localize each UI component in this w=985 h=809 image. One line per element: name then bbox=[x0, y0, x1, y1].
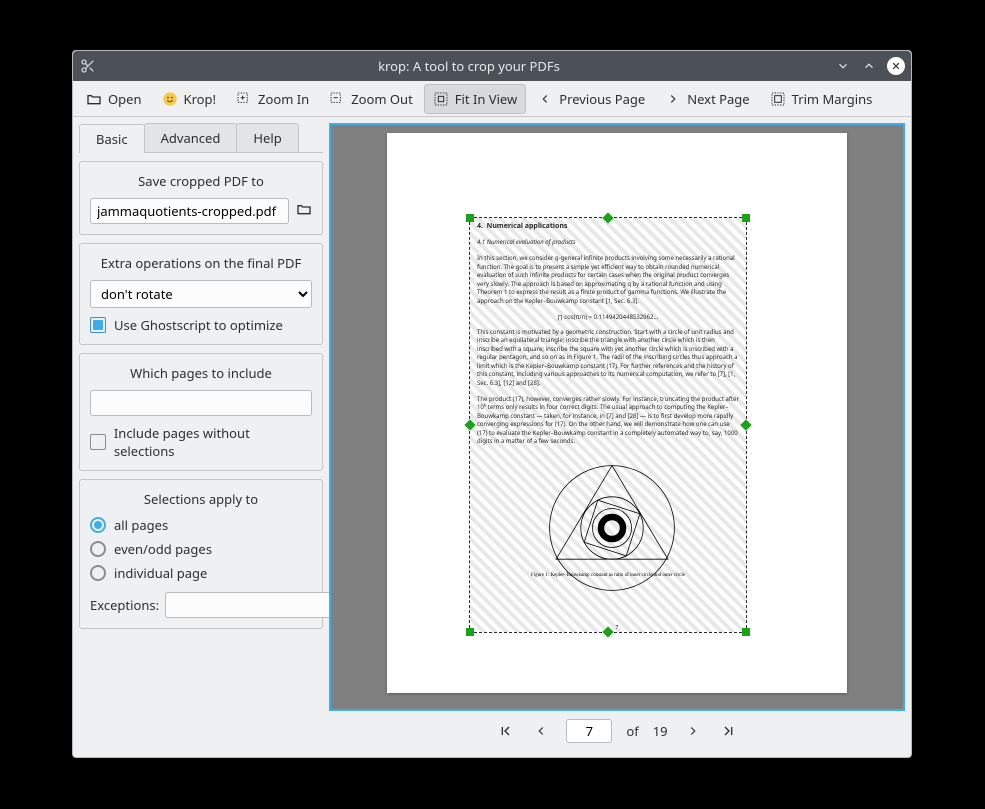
folder-open-icon bbox=[86, 91, 102, 107]
next-page-label: Next Page bbox=[687, 90, 749, 108]
exceptions-input[interactable] bbox=[165, 592, 329, 618]
crop-handle-nw[interactable] bbox=[466, 214, 474, 222]
viewer-wrap: 4. Numerical applications 4.1 Numerical … bbox=[329, 117, 911, 757]
include-without-selections-label: Include pages without selections bbox=[114, 424, 312, 460]
include-without-selections-checkbox[interactable] bbox=[90, 434, 106, 450]
zoom-in-button[interactable]: Zoom In bbox=[227, 84, 318, 114]
settings-tabs: Basic Advanced Help bbox=[79, 123, 323, 153]
selections-apply-panel: Selections apply to all pages even/odd p… bbox=[79, 479, 323, 629]
current-page-input[interactable] bbox=[566, 719, 612, 743]
crop-handle-sw[interactable] bbox=[466, 628, 474, 636]
radio-individual-label: individual page bbox=[114, 564, 207, 582]
radio-evenodd-pages[interactable] bbox=[90, 541, 106, 557]
next-page-button[interactable]: Next Page bbox=[656, 84, 758, 114]
pages-include-input[interactable] bbox=[90, 390, 312, 416]
save-filename-input[interactable] bbox=[90, 198, 289, 224]
crop-handle-n[interactable] bbox=[602, 212, 613, 223]
save-panel: Save cropped PDF to bbox=[79, 161, 323, 235]
close-button[interactable] bbox=[887, 57, 905, 75]
fit-view-icon bbox=[433, 91, 449, 107]
crop-handle-w[interactable] bbox=[464, 419, 475, 430]
next-page-pager-button[interactable] bbox=[682, 720, 704, 742]
of-label: of bbox=[626, 722, 638, 740]
minimize-button[interactable] bbox=[835, 58, 851, 74]
zoom-in-icon bbox=[236, 91, 252, 107]
smiley-icon bbox=[162, 91, 178, 107]
zoom-out-label: Zoom Out bbox=[351, 90, 413, 108]
open-button[interactable]: Open bbox=[77, 84, 151, 114]
zoom-in-label: Zoom In bbox=[258, 90, 309, 108]
fit-in-view-button[interactable]: Fit In View bbox=[424, 84, 526, 114]
chevron-right-icon bbox=[665, 91, 681, 107]
window-title: krop: A tool to crop your PDFs bbox=[103, 57, 835, 75]
last-page-button[interactable] bbox=[718, 720, 740, 742]
zoom-out-icon bbox=[329, 91, 345, 107]
radio-individual-page[interactable] bbox=[90, 565, 106, 581]
pages-include-panel: Which pages to include Include pages wit… bbox=[79, 353, 323, 471]
save-panel-title: Save cropped PDF to bbox=[90, 172, 312, 190]
crop-handle-ne[interactable] bbox=[742, 214, 750, 222]
exceptions-label: Exceptions: bbox=[90, 596, 159, 614]
radio-all-pages[interactable] bbox=[90, 517, 106, 533]
side-panel: Basic Advanced Help Save cropped PDF to … bbox=[73, 117, 329, 757]
browse-save-button[interactable] bbox=[295, 198, 313, 224]
radio-all-pages-label: all pages bbox=[114, 516, 168, 534]
trim-margins-label: Trim Margins bbox=[792, 90, 873, 108]
ghostscript-label: Use Ghostscript to optimize bbox=[114, 316, 283, 334]
first-page-button[interactable] bbox=[494, 720, 516, 742]
rotate-select[interactable]: don't rotate bbox=[90, 280, 312, 308]
previous-page-button[interactable]: Previous Page bbox=[528, 84, 654, 114]
radio-evenodd-label: even/odd pages bbox=[114, 540, 212, 558]
crop-selection[interactable] bbox=[469, 217, 747, 633]
crop-handle-se[interactable] bbox=[742, 628, 750, 636]
crop-handle-e[interactable] bbox=[740, 419, 751, 430]
previous-page-label: Previous Page bbox=[559, 90, 645, 108]
scissors-icon bbox=[79, 57, 97, 75]
pager: of 19 bbox=[329, 711, 905, 751]
trim-margins-icon bbox=[770, 91, 786, 107]
app-window: krop: A tool to crop your PDFs Open Kr bbox=[72, 50, 912, 758]
open-label: Open bbox=[108, 90, 142, 108]
pdf-viewer[interactable]: 4. Numerical applications 4.1 Numerical … bbox=[329, 123, 905, 711]
krop-label: Krop! bbox=[184, 90, 217, 108]
crop-handle-s[interactable] bbox=[602, 626, 613, 637]
folder-icon bbox=[296, 201, 312, 221]
zoom-out-button[interactable]: Zoom Out bbox=[320, 84, 422, 114]
fit-in-view-label: Fit In View bbox=[455, 90, 517, 108]
maximize-button[interactable] bbox=[861, 58, 877, 74]
tab-basic[interactable]: Basic bbox=[79, 124, 145, 153]
extra-ops-panel: Extra operations on the final PDF don't … bbox=[79, 243, 323, 345]
titlebar: krop: A tool to crop your PDFs bbox=[73, 51, 911, 81]
pdf-page[interactable]: 4. Numerical applications 4.1 Numerical … bbox=[387, 133, 847, 693]
tab-help[interactable]: Help bbox=[236, 123, 298, 152]
tab-advanced[interactable]: Advanced bbox=[144, 123, 238, 152]
ghostscript-checkbox[interactable] bbox=[90, 317, 106, 333]
chevron-left-icon bbox=[537, 91, 553, 107]
total-pages: 19 bbox=[653, 722, 668, 740]
krop-button[interactable]: Krop! bbox=[153, 84, 226, 114]
trim-margins-button[interactable]: Trim Margins bbox=[761, 84, 882, 114]
extra-ops-title: Extra operations on the final PDF bbox=[90, 254, 312, 272]
toolbar: Open Krop! Zoom In Zoom Out Fit In View bbox=[73, 81, 911, 117]
prev-page-pager-button[interactable] bbox=[530, 720, 552, 742]
pages-include-title: Which pages to include bbox=[90, 364, 312, 382]
selections-apply-title: Selections apply to bbox=[90, 490, 312, 508]
